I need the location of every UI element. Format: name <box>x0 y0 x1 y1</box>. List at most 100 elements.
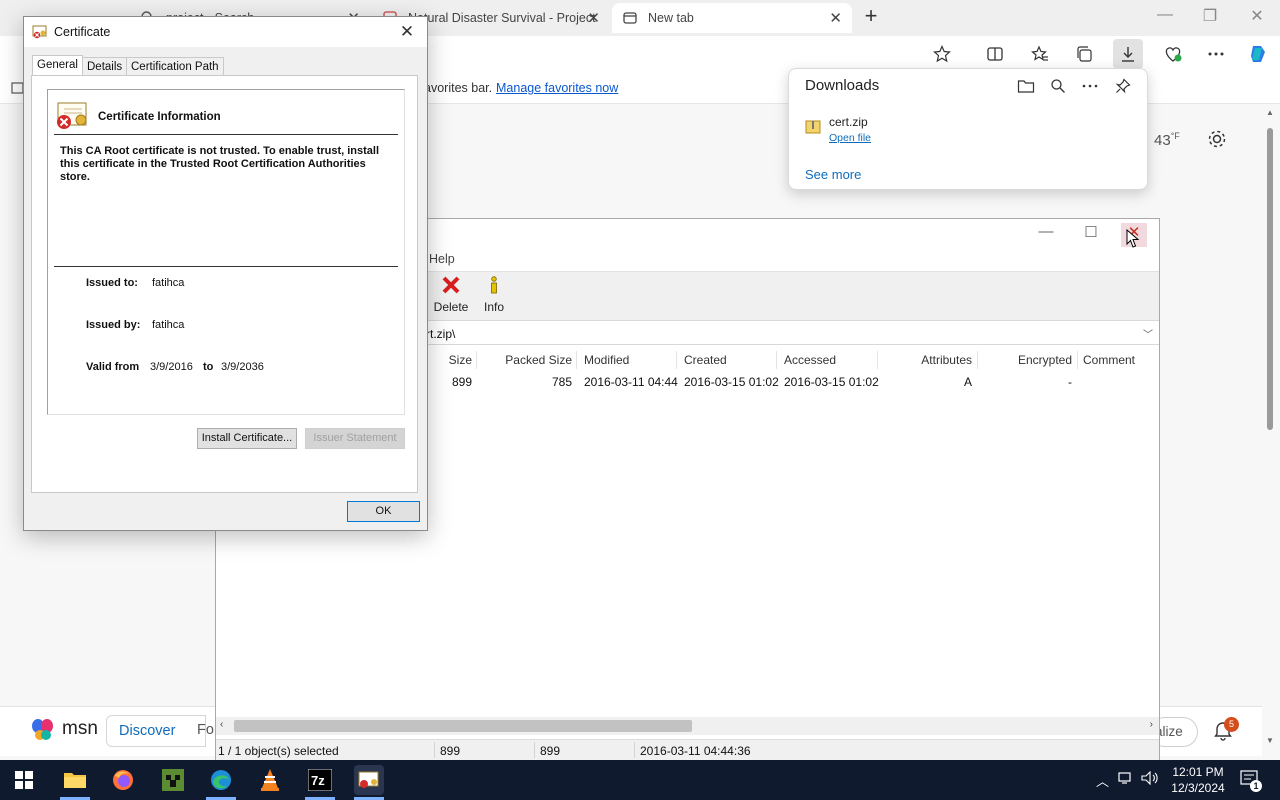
more-icon[interactable] <box>1080 76 1100 96</box>
notification-count-badge: 1 <box>1250 780 1262 792</box>
status-divider <box>534 742 535 758</box>
msn-tab-label: Discover <box>119 723 176 739</box>
taskbar: 7z ︿ 12:01 PM 12/3/2024 1 <box>0 760 1280 800</box>
page-scrollbar[interactable]: ▲ ▼ <box>1263 104 1277 760</box>
scroll-up-arrow[interactable]: ▲ <box>1266 108 1274 117</box>
minimize-icon[interactable]: — <box>1155 6 1175 24</box>
delete-button[interactable]: Delete <box>431 275 471 314</box>
status-modified: 2016-03-11 04:44:36 <box>640 744 751 758</box>
open-file-link[interactable]: Open file <box>829 132 871 144</box>
horizontal-scrollbar[interactable]: ‹ › <box>216 717 1159 735</box>
general-panel: Certificate Information This CA Root cer… <box>31 75 418 493</box>
download-file-name[interactable]: cert.zip <box>829 115 868 129</box>
info-icon <box>491 276 497 294</box>
weather-widget[interactable]: 43°F <box>1154 131 1180 149</box>
msn-logo[interactable]: msn <box>30 717 98 741</box>
tab-label: New tab <box>648 11 694 25</box>
close-tab-icon[interactable]: ✕ <box>829 9 842 27</box>
collections-icon[interactable] <box>1073 43 1095 65</box>
chevron-down-icon[interactable]: ﹀ <box>1143 326 1153 341</box>
col-attributes[interactable]: Attributes <box>882 353 972 367</box>
tab-certification-path[interactable]: Certification Path <box>126 57 224 76</box>
firefox-icon[interactable] <box>108 765 138 795</box>
scroll-thumb[interactable] <box>234 720 692 732</box>
column-divider[interactable] <box>877 351 878 369</box>
status-selected: 1 / 1 object(s) selected <box>218 744 339 758</box>
column-divider[interactable] <box>576 351 577 369</box>
col-accessed[interactable]: Accessed <box>784 353 836 367</box>
ok-button[interactable]: OK <box>347 501 420 522</box>
scroll-down-arrow[interactable]: ▼ <box>1266 736 1274 745</box>
column-divider[interactable] <box>1077 351 1078 369</box>
certificate-icon <box>32 24 48 43</box>
more-icon[interactable] <box>1205 43 1227 65</box>
msn-tab-discover[interactable]: Discover <box>106 715 206 747</box>
certificate-dialog: Certificate ✕ General Details Certificat… <box>23 16 428 531</box>
col-packed-size[interactable]: Packed Size <box>482 353 572 367</box>
star-icon[interactable] <box>931 43 953 65</box>
scroll-right-arrow[interactable]: › <box>1150 719 1153 730</box>
minimize-icon[interactable]: — <box>1033 223 1059 240</box>
system-clock[interactable]: 12:01 PM 12/3/2024 <box>1163 764 1233 796</box>
column-divider[interactable] <box>776 351 777 369</box>
search-icon[interactable] <box>1048 76 1068 96</box>
tab-general[interactable]: General <box>32 55 83 77</box>
new-tab-icon <box>622 10 638 26</box>
7zip-icon[interactable]: 7z <box>305 765 335 795</box>
windows-start-icon[interactable] <box>9 765 39 795</box>
edge-icon[interactable] <box>206 765 236 795</box>
tab-new-tab[interactable]: New tab ✕ <box>612 3 852 33</box>
close-icon[interactable]: ✕ <box>395 22 419 42</box>
menu-help[interactable]: Help <box>429 252 455 266</box>
download-icon[interactable] <box>1113 39 1143 69</box>
weather-temp: 43 <box>1154 132 1171 149</box>
status-divider <box>634 742 635 758</box>
column-divider[interactable] <box>476 351 477 369</box>
issued-by-value: fatihca <box>152 319 185 331</box>
msn-tab-next[interactable]: Fo <box>197 722 214 738</box>
col-modified[interactable]: Modified <box>584 353 629 367</box>
col-comment[interactable]: Comment <box>1083 353 1135 367</box>
chevron-up-icon[interactable]: ︿ <box>1096 771 1109 790</box>
issued-to-value: fatihca <box>152 277 185 289</box>
address-path: rt.zip\ <box>426 327 456 341</box>
copilot-icon[interactable] <box>1247 43 1269 65</box>
close-window-icon[interactable]: ✕ <box>1247 6 1267 26</box>
notification-badge: 5 <box>1224 717 1239 732</box>
issuer-statement-button[interactable]: Issuer Statement <box>305 428 405 449</box>
close-tab-icon[interactable]: ✕ <box>587 9 600 27</box>
downloads-flyout: Downloads cert.zip Open file See more <box>788 68 1148 190</box>
col-encrypted[interactable]: Encrypted <box>982 353 1072 367</box>
file-explorer-icon[interactable] <box>60 765 90 795</box>
network-icon[interactable] <box>1118 771 1134 788</box>
tab-details[interactable]: Details <box>82 57 128 76</box>
see-more-link[interactable]: See more <box>805 167 861 182</box>
valid-from-value: 3/9/2016 <box>150 361 193 373</box>
folder-icon[interactable] <box>1016 76 1036 96</box>
info-label: Info <box>483 300 504 314</box>
manage-favorites-link[interactable]: Manage favorites now <box>496 81 618 95</box>
restore-icon[interactable]: ❐ <box>1200 6 1220 26</box>
install-certificate-button[interactable]: Install Certificate... <box>197 428 297 449</box>
minecraft-icon[interactable] <box>158 765 188 795</box>
weather-unit: °F <box>1170 131 1180 141</box>
maximize-icon[interactable]: ☐ <box>1078 223 1104 241</box>
info-heading: Certificate Information <box>98 111 221 123</box>
performance-icon[interactable] <box>1162 43 1184 65</box>
col-created[interactable]: Created <box>684 353 727 367</box>
certificate-app-icon[interactable] <box>354 765 384 795</box>
scroll-left-arrow[interactable]: ‹ <box>220 719 223 730</box>
info-button[interactable]: Info <box>474 275 514 314</box>
split-screen-icon[interactable] <box>984 43 1006 65</box>
column-divider[interactable] <box>676 351 677 369</box>
pin-icon[interactable] <box>1113 76 1133 96</box>
dialog-titlebar: Certificate ✕ <box>24 17 427 47</box>
column-divider[interactable] <box>977 351 978 369</box>
favorites-icon[interactable] <box>1029 43 1051 65</box>
svg-text:7z: 7z <box>311 773 325 788</box>
volume-icon[interactable] <box>1141 770 1159 788</box>
gear-icon[interactable] <box>1206 128 1228 153</box>
scroll-thumb[interactable] <box>1267 128 1273 430</box>
new-tab-button[interactable]: + <box>858 4 884 30</box>
vlc-icon[interactable] <box>255 765 285 795</box>
